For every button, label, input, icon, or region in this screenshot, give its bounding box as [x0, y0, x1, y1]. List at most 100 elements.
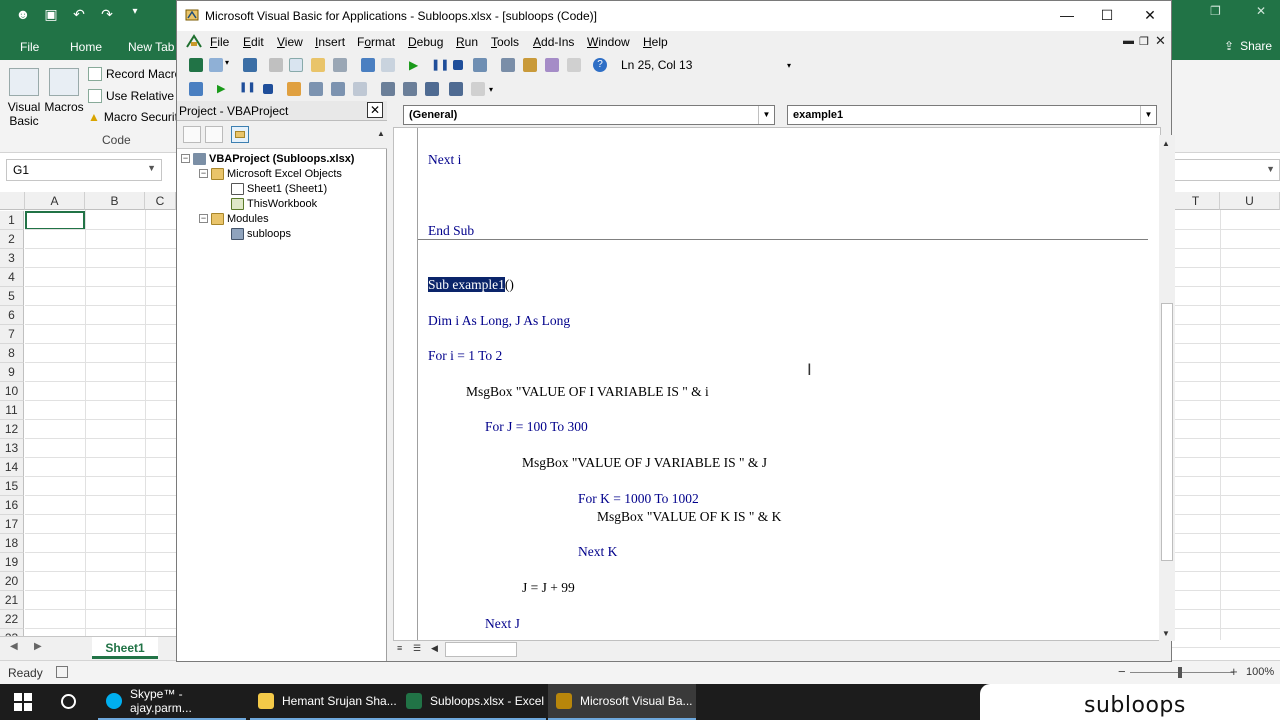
zoom-out-icon[interactable]: −: [1118, 664, 1126, 679]
worksheet-grid-right[interactable]: T U: [1172, 192, 1280, 648]
close-icon[interactable]: ✕: [1140, 7, 1160, 24]
menu-format[interactable]: Format: [357, 35, 395, 49]
row-header[interactable]: 8: [0, 344, 24, 363]
ribbon-tab-home[interactable]: Home: [70, 40, 102, 54]
object-browser-icon[interactable]: [545, 58, 559, 72]
menu-view[interactable]: View: [277, 35, 303, 49]
use-relative-references-button[interactable]: Use Relative R: [88, 87, 178, 105]
redo-icon[interactable]: ↷: [98, 6, 116, 23]
paste-icon[interactable]: [311, 58, 325, 72]
taskbar-item-excel[interactable]: Subloops.xlsx - Excel: [398, 684, 546, 720]
ribbon-tab-new[interactable]: New Tab: [128, 40, 174, 54]
row-header[interactable]: 14: [0, 458, 24, 477]
column-header-b[interactable]: B: [85, 192, 145, 210]
row-header[interactable]: 2: [0, 230, 24, 249]
zoom-slider[interactable]: [1130, 667, 1234, 678]
project-explorer-icon[interactable]: [501, 58, 515, 72]
run-icon[interactable]: ▶: [409, 58, 423, 72]
collapse-icon[interactable]: −: [199, 214, 208, 223]
menu-edit[interactable]: Edit: [243, 35, 264, 49]
full-module-view-icon[interactable]: ☰: [413, 643, 421, 654]
smiley-icon[interactable]: ☻: [14, 6, 32, 23]
view-excel-icon[interactable]: [189, 58, 203, 72]
code-line-end-sub[interactable]: End Sub: [428, 223, 474, 239]
macro-record-status-icon[interactable]: [56, 666, 68, 678]
code-line-msgbox-i[interactable]: MsgBox "VALUE OF I VARIABLE IS " & i: [466, 384, 709, 400]
toggle-breakpoint-icon[interactable]: [287, 82, 301, 96]
undo-icon[interactable]: ↶: [70, 6, 88, 23]
name-box[interactable]: G1 ▼: [6, 159, 162, 181]
sheet-nav-next-icon[interactable]: ▶: [34, 641, 42, 652]
code-line-msgbox-k[interactable]: MsgBox "VALUE OF K IS " & K: [597, 509, 781, 525]
copy-icon[interactable]: [289, 58, 303, 72]
code-line-next-i[interactable]: Next i: [428, 152, 461, 168]
row-header[interactable]: 16: [0, 496, 24, 515]
taskbar-item-vba[interactable]: Microsoft Visual Ba...: [548, 684, 696, 720]
vba-menu-app-icon[interactable]: [185, 33, 203, 51]
row-header[interactable]: 22: [0, 610, 24, 629]
immediate-window-icon[interactable]: [403, 82, 417, 96]
row-header[interactable]: 15: [0, 477, 24, 496]
column-header-c[interactable]: C: [145, 192, 176, 210]
reset-icon[interactable]: [453, 60, 463, 70]
procedure-view-icon[interactable]: ≡: [397, 643, 402, 653]
customize-qat-icon[interactable]: ▾: [126, 6, 144, 23]
row-header[interactable]: 21: [0, 591, 24, 610]
help-icon[interactable]: ?: [593, 58, 607, 72]
code-line-for-i[interactable]: For i = 1 To 2: [428, 348, 502, 364]
toolbar2-options-chevron-icon[interactable]: ▾: [489, 85, 497, 99]
code-line-next-k[interactable]: Next K: [578, 544, 617, 560]
row-header[interactable]: 1: [0, 211, 24, 230]
save-icon[interactable]: [243, 58, 257, 72]
tree-node-thisworkbook[interactable]: ThisWorkbook: [231, 196, 317, 211]
excel-restore-icon[interactable]: ❐: [1210, 4, 1221, 18]
row-header[interactable]: 12: [0, 420, 24, 439]
undo-icon[interactable]: [361, 58, 375, 72]
step-out-icon[interactable]: [353, 82, 367, 96]
row-header[interactable]: 19: [0, 553, 24, 572]
windows-start-icon[interactable]: [14, 693, 32, 711]
chevron-down-icon[interactable]: ▾: [225, 58, 233, 72]
row-header[interactable]: 7: [0, 325, 24, 344]
pause-icon[interactable]: ❚❚: [239, 82, 256, 96]
code-line-dim[interactable]: Dim i As Long, J As Long: [428, 313, 570, 329]
chevron-down-icon[interactable]: ▼: [758, 106, 774, 124]
scroll-down-icon[interactable]: ▼: [1162, 629, 1170, 638]
vertical-scroll-thumb[interactable]: [1161, 303, 1173, 561]
code-line-for-j[interactable]: For J = 100 To 300: [485, 419, 588, 435]
menu-file[interactable]: File: [210, 35, 229, 49]
record-macro-button[interactable]: Record Macro: [88, 65, 178, 83]
close-icon[interactable]: ✕: [367, 102, 383, 118]
design-toggle-icon[interactable]: [189, 82, 203, 96]
collapse-icon[interactable]: −: [199, 169, 208, 178]
save-icon[interactable]: ▣: [42, 6, 60, 23]
procedure-dropdown[interactable]: example1 ▼: [787, 105, 1157, 125]
column-header-a[interactable]: A: [25, 192, 85, 210]
cortana-search-icon[interactable]: [61, 694, 76, 709]
run-sub-icon[interactable]: ▶: [217, 82, 231, 96]
step-over-icon[interactable]: [331, 82, 345, 96]
row-header[interactable]: 3: [0, 249, 24, 268]
ribbon-tab-file[interactable]: File: [20, 40, 39, 54]
column-header-u[interactable]: U: [1220, 192, 1280, 210]
call-stack-icon[interactable]: [471, 82, 485, 96]
row-header[interactable]: 5: [0, 287, 24, 306]
row-header[interactable]: 9: [0, 363, 24, 382]
menu-tools[interactable]: Tools: [491, 35, 519, 49]
collapse-icon[interactable]: −: [181, 154, 190, 163]
maximize-icon[interactable]: ☐: [1097, 7, 1117, 24]
minimize-icon[interactable]: —: [1057, 7, 1077, 23]
code-line-msgbox-j[interactable]: MsgBox "VALUE OF J VARIABLE IS " & J: [522, 455, 767, 471]
taskbar-item-folder[interactable]: Hemant Srujan Sha...: [250, 684, 398, 720]
code-selection[interactable]: Sub example1: [428, 277, 505, 292]
object-dropdown[interactable]: (General) ▼: [403, 105, 775, 125]
horizontal-scroll-thumb[interactable]: [445, 642, 517, 657]
menu-add-ins[interactable]: Add-Ins: [533, 35, 574, 49]
column-header-t[interactable]: T: [1172, 192, 1220, 210]
sheet-nav-prev-icon[interactable]: ◀: [10, 641, 18, 652]
row-header[interactable]: 13: [0, 439, 24, 458]
row-header[interactable]: 11: [0, 401, 24, 420]
code-editor[interactable]: Next i End Sub Sub example1() Dim i As L…: [393, 127, 1161, 641]
worksheet-grid-left[interactable]: A B C 1 2 3 4 5 6 7 8 9 10 11 12 13 14 15 16 17 18 19 20 21 2…: [0, 192, 176, 648]
menu-run[interactable]: Run: [456, 35, 478, 49]
